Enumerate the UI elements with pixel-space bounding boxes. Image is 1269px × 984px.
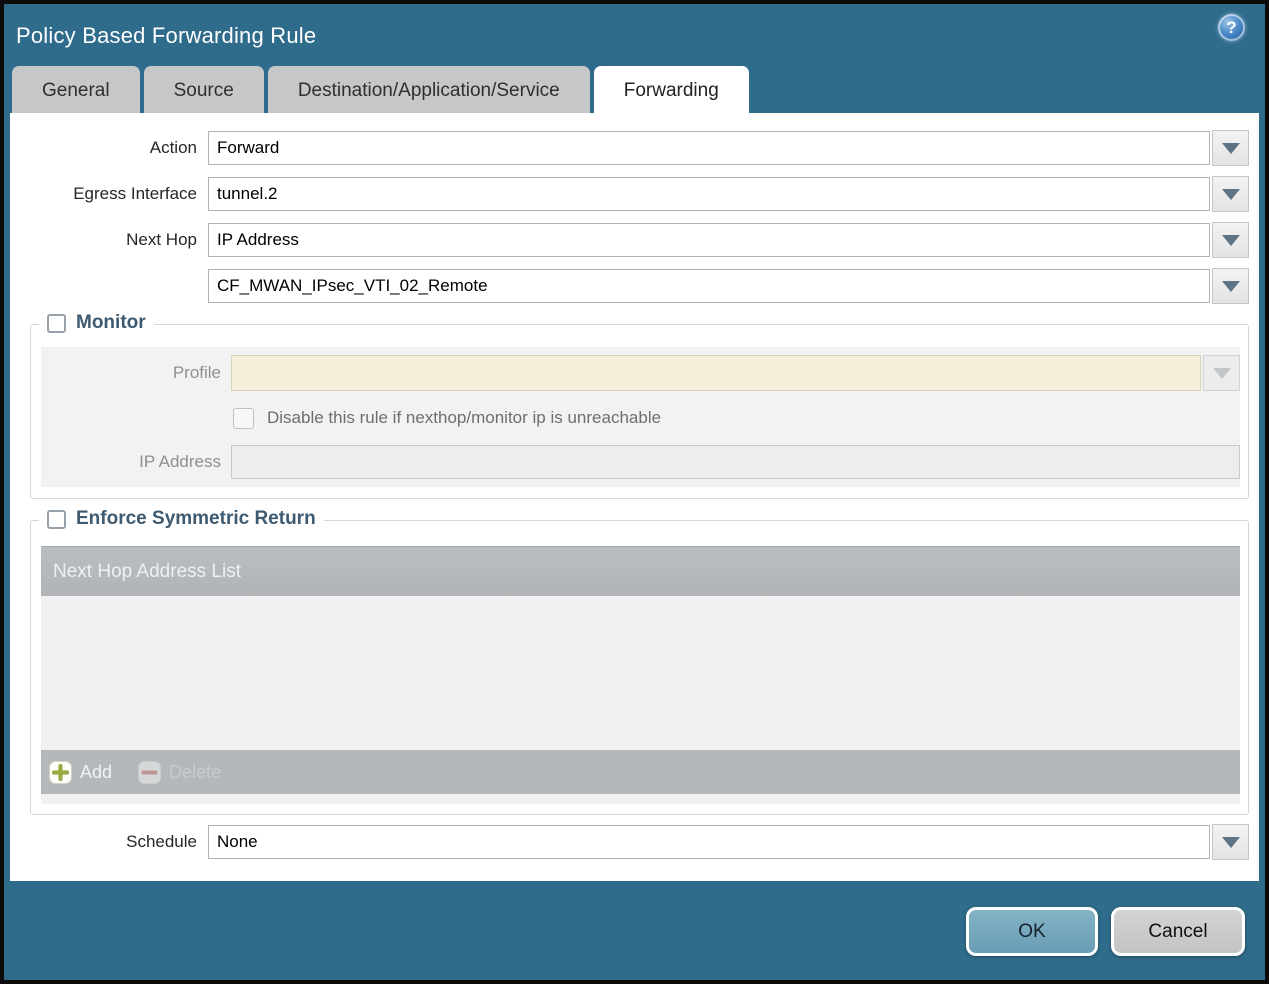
monitor-ip-row: IP Address — [41, 445, 1240, 479]
profile-label: Profile — [172, 363, 221, 382]
enforce-symmetric-return-fieldset: Enforce Symmetric Return Next Hop Addres… — [30, 508, 1249, 815]
profile-row: Profile — [41, 355, 1240, 391]
ok-button[interactable]: OK — [966, 907, 1098, 956]
disable-rule-checkbox[interactable] — [233, 407, 254, 429]
egress-interface-label: Egress Interface — [73, 184, 197, 203]
dialog-title: Policy Based Forwarding Rule — [16, 23, 317, 48]
monitor-title: Monitor — [76, 312, 146, 333]
disable-rule-row: Disable this rule if nexthop/monitor ip … — [233, 403, 1240, 433]
next-hop-label: Next Hop — [126, 230, 197, 249]
table-toolbar: Add Delete — [41, 750, 1240, 794]
next-hop-address-list-header-label: Next Hop Address List — [53, 560, 241, 582]
minus-icon — [138, 760, 162, 784]
delete-button-label: Delete — [169, 761, 222, 782]
schedule-row: Schedule — [10, 824, 1249, 860]
table-bottom-strip — [41, 794, 1240, 804]
schedule-label: Schedule — [126, 832, 197, 851]
tab-destination-application-service[interactable]: Destination/Application/Service — [267, 66, 590, 113]
next-hop-type-dropdown-button[interactable] — [1212, 222, 1249, 258]
next-hop-address-dropdown-button[interactable] — [1212, 268, 1249, 304]
egress-interface-dropdown-button[interactable] — [1212, 176, 1249, 212]
egress-interface-row: Egress Interface — [10, 176, 1249, 212]
help-glyph: ? — [1226, 17, 1237, 37]
enforce-symmetric-return-title: Enforce Symmetric Return — [76, 508, 316, 529]
disable-rule-label: Disable this rule if nexthop/monitor ip … — [267, 408, 662, 427]
cancel-button[interactable]: Cancel — [1111, 907, 1245, 956]
profile-input[interactable] — [231, 355, 1201, 391]
next-hop-address-row — [10, 268, 1249, 304]
chevron-down-icon — [1221, 836, 1240, 848]
profile-dropdown-button[interactable] — [1203, 355, 1240, 391]
action-label: Action — [149, 138, 197, 157]
tab-forwarding[interactable]: Forwarding — [593, 66, 749, 113]
monitor-fieldset: Monitor Profile Disable this rule if nex… — [30, 312, 1249, 499]
enforce-symmetric-return-checkbox[interactable] — [47, 509, 66, 529]
next-hop-address-input[interactable] — [208, 269, 1210, 303]
monitor-checkbox[interactable] — [47, 313, 66, 333]
next-hop-address-table: Next Hop Address List Add Delete — [41, 546, 1240, 804]
action-input[interactable] — [208, 131, 1210, 165]
tab-panel-forwarding: Action Egress Interface Next Hop — [10, 113, 1259, 881]
help-icon[interactable]: ? — [1218, 14, 1245, 41]
monitor-legend: Monitor — [39, 312, 154, 334]
add-button-label: Add — [80, 761, 113, 782]
next-hop-address-list-header: Next Hop Address List — [41, 546, 1240, 596]
next-hop-address-list-body[interactable] — [41, 596, 1240, 750]
enforce-legend: Enforce Symmetric Return — [39, 508, 324, 530]
tab-general[interactable]: General — [12, 66, 140, 113]
chevron-down-icon — [1221, 142, 1240, 154]
next-hop-type-input[interactable] — [208, 223, 1210, 257]
tab-bar: General Source Destination/Application/S… — [10, 66, 1259, 113]
tab-source[interactable]: Source — [143, 66, 264, 113]
schedule-dropdown-button[interactable] — [1212, 824, 1249, 860]
action-row: Action — [10, 130, 1249, 166]
next-hop-row: Next Hop — [10, 222, 1249, 258]
monitor-ip-input[interactable] — [231, 445, 1240, 479]
chevron-down-icon — [1221, 234, 1240, 246]
policy-based-forwarding-dialog: Policy Based Forwarding Rule ? General S… — [0, 0, 1269, 984]
dialog-titlebar: Policy Based Forwarding Rule ? — [10, 4, 1259, 66]
chevron-down-icon — [1221, 280, 1240, 292]
plus-icon — [49, 760, 72, 784]
chevron-down-icon — [1221, 188, 1240, 200]
add-button[interactable]: Add — [49, 760, 113, 784]
monitor-ip-label: IP Address — [139, 452, 221, 471]
chevron-down-icon — [1212, 367, 1231, 379]
monitor-panel: Profile Disable this rule if nexthop/mon… — [41, 347, 1240, 487]
dialog-footer: OK Cancel — [10, 881, 1259, 980]
egress-interface-input[interactable] — [208, 177, 1210, 211]
schedule-input[interactable] — [208, 825, 1210, 859]
delete-button[interactable]: Delete — [138, 760, 222, 784]
action-dropdown-button[interactable] — [1212, 130, 1249, 166]
